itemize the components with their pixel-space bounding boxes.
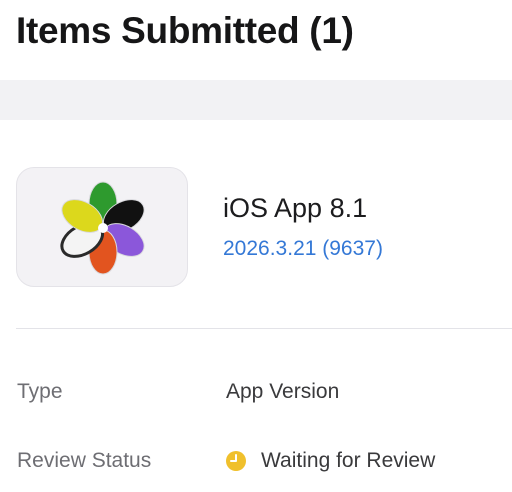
flower-petals-app-icon	[60, 181, 145, 275]
type-value: App Version	[226, 380, 340, 403]
review-status-value: Waiting for Review	[226, 449, 435, 473]
app-icon-tile	[16, 167, 188, 287]
page-title: Items Submitted (1)	[16, 10, 354, 51]
review-status-label: Review Status	[17, 449, 152, 472]
app-name: iOS App 8.1	[223, 193, 368, 223]
app-review-page: Items Submitted (1) iOS App 8.1 2026.3.2…	[0, 0, 512, 492]
section-separator	[0, 80, 512, 120]
clock-icon	[226, 451, 246, 471]
review-status-text: Waiting for Review	[261, 449, 436, 472]
app-version-link[interactable]: 2026.3.21 (9637)	[223, 237, 383, 261]
type-label: Type	[17, 380, 63, 403]
submitted-item[interactable]: iOS App 8.1 2026.3.21 (9637)	[16, 167, 512, 289]
divider	[16, 328, 512, 329]
